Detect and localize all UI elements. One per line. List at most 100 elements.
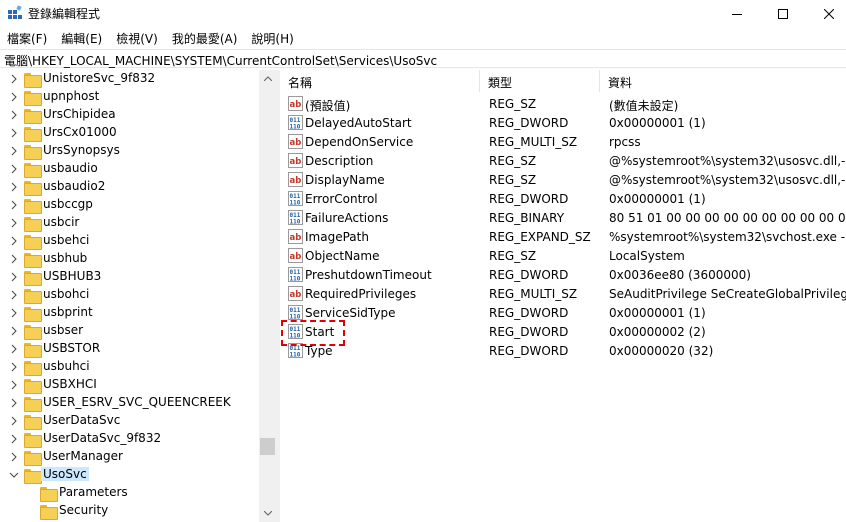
address-bar[interactable]: 電腦\HKEY_LOCAL_MACHINE\SYSTEM\CurrentCont…: [0, 49, 846, 68]
close-button[interactable]: [806, 0, 846, 27]
tree-item[interactable]: usbser: [0, 322, 259, 340]
value-data: @%systemroot%\system32\usosvc.dll,-101: [609, 173, 846, 187]
value-row[interactable]: 011 110 Start REG_DWORD 0x00000002 (2): [280, 322, 846, 341]
value-row[interactable]: ab RequiredPrivileges REG_MULTI_SZ SeAuditP…: [280, 284, 846, 303]
tree-item[interactable]: USBXHCI: [0, 376, 259, 394]
string-value-icon: ab: [288, 153, 303, 168]
column-header-data[interactable]: 資料: [600, 70, 846, 92]
chevron-right-icon[interactable]: [9, 416, 19, 426]
menu-favorites[interactable]: 我的最愛(A): [165, 27, 245, 48]
tree-item[interactable]: usbaudio: [0, 160, 259, 178]
tree-item[interactable]: usbprint: [0, 304, 259, 322]
tree-item-label: usbehci: [43, 233, 90, 247]
chevron-right-icon[interactable]: [9, 200, 19, 210]
chevron-right-icon[interactable]: [9, 326, 19, 336]
minimize-button[interactable]: [714, 0, 760, 27]
value-row[interactable]: 011 110 PreshutdownTimeout REG_DWORD 0x0036e…: [280, 265, 846, 284]
tree-item[interactable]: USER_ESRV_SVC_QUEENCREEK: [0, 394, 259, 412]
chevron-right-icon[interactable]: [9, 218, 19, 228]
tree-item[interactable]: UrsSynopsys: [0, 142, 259, 160]
tree-item[interactable]: Security: [0, 502, 259, 520]
chevron-right-icon[interactable]: [9, 398, 19, 408]
address-path[interactable]: 電腦\HKEY_LOCAL_MACHINE\SYSTEM\CurrentCont…: [4, 52, 437, 69]
tree-item-label: usbcir: [43, 215, 80, 229]
folder-icon: [24, 108, 42, 124]
value-row[interactable]: ab DisplayName REG_SZ @%systemroot%\system3…: [280, 170, 846, 189]
value-row[interactable]: ab ImagePath REG_EXPAND_SZ %systemroot%\sys…: [280, 227, 846, 246]
tree-item[interactable]: usbcir: [0, 214, 259, 232]
folder-icon: [24, 396, 42, 412]
chevron-right-icon[interactable]: [9, 452, 19, 462]
value-row[interactable]: ab Description REG_SZ @%systemroot%\system3…: [280, 151, 846, 170]
value-row[interactable]: 011 110 DelayedAutoStart REG_DWORD 0x0000000…: [280, 113, 846, 132]
tree-item-label: usbaudio2: [43, 179, 106, 193]
value-data: (數值未設定): [609, 99, 679, 113]
value-name: (預設值): [305, 99, 351, 113]
value-name: Description: [305, 154, 374, 168]
value-data: 0x0036ee80 (3600000): [609, 268, 751, 282]
tree-item[interactable]: UserManager: [0, 448, 259, 466]
chevron-right-icon[interactable]: [9, 146, 19, 156]
value-row[interactable]: 011 110 Type REG_DWORD 0x00000020 (32): [280, 341, 846, 360]
folder-icon: [24, 234, 42, 250]
scroll-down-button[interactable]: [259, 505, 276, 522]
column-header-type[interactable]: 類型: [480, 70, 600, 92]
chevron-right-icon[interactable]: [9, 254, 19, 264]
tree-item[interactable]: USBSTOR: [0, 340, 259, 358]
tree-item[interactable]: USBHUB3: [0, 268, 259, 286]
chevron-right-icon[interactable]: [9, 308, 19, 318]
value-data: @%systemroot%\system32\usosvc.dll,-102: [609, 154, 846, 168]
value-row[interactable]: ab ObjectName REG_SZ LocalSystem: [280, 246, 846, 265]
tree-item[interactable]: UrsCx01000: [0, 124, 259, 142]
value-row[interactable]: 011 110 ServiceSidType REG_DWORD 0x00000001 …: [280, 303, 846, 322]
value-name: ErrorControl: [305, 192, 378, 206]
chevron-down-icon[interactable]: [9, 470, 19, 480]
value-name: RequiredPrivileges: [305, 287, 417, 301]
tree-item[interactable]: usbuhci: [0, 358, 259, 376]
binary-value-icon: 011110: [288, 305, 303, 320]
chevron-right-icon[interactable]: [9, 362, 19, 372]
svg-text:ab: ab: [290, 252, 302, 262]
chevron-right-icon[interactable]: [9, 290, 19, 300]
chevron-right-icon[interactable]: [9, 110, 19, 120]
value-data: LocalSystem: [609, 249, 685, 263]
chevron-right-icon[interactable]: [9, 344, 19, 354]
tree-item[interactable]: UserDataSvc_9f832: [0, 430, 259, 448]
chevron-right-icon[interactable]: [9, 164, 19, 174]
menu-file[interactable]: 檔案(F): [0, 27, 54, 48]
chevron-right-icon[interactable]: [9, 74, 19, 84]
chevron-right-icon[interactable]: [9, 236, 19, 246]
tree-item[interactable]: usbccgp: [0, 196, 259, 214]
folder-icon: [24, 288, 42, 304]
column-header-name[interactable]: 名稱: [280, 70, 480, 92]
svg-text:110: 110: [290, 200, 301, 207]
value-row[interactable]: 011 110 ErrorControl REG_DWORD 0x00000001 (1…: [280, 189, 846, 208]
value-row[interactable]: ab DependOnService REG_MULTI_SZ rpcss: [280, 132, 846, 151]
tree-item[interactable]: usbaudio2: [0, 178, 259, 196]
menu-help[interactable]: 說明(H): [244, 27, 300, 48]
chevron-right-icon[interactable]: [9, 434, 19, 444]
folder-icon: [24, 180, 42, 196]
chevron-right-icon[interactable]: [9, 182, 19, 192]
scroll-thumb[interactable]: [260, 438, 275, 455]
chevron-right-icon[interactable]: [9, 128, 19, 138]
chevron-right-icon[interactable]: [9, 380, 19, 390]
tree-item[interactable]: UrsChipidea: [0, 106, 259, 124]
tree-item[interactable]: UserDataSvc: [0, 412, 259, 430]
tree-item[interactable]: usbhub: [0, 250, 259, 268]
maximize-button[interactable]: [760, 0, 806, 27]
tree-item[interactable]: usbohci: [0, 286, 259, 304]
tree-item[interactable]: usbehci: [0, 232, 259, 250]
menu-edit[interactable]: 編輯(E): [54, 27, 109, 48]
scroll-up-button[interactable]: [259, 70, 276, 87]
tree-item[interactable]: UsoSvc: [0, 466, 259, 484]
chevron-right-icon[interactable]: [9, 92, 19, 102]
tree-item[interactable]: UnistoreSvc_9f832: [0, 70, 259, 88]
menu-view[interactable]: 檢視(V): [109, 27, 165, 48]
tree-item[interactable]: upnphost: [0, 88, 259, 106]
tree-item[interactable]: Parameters: [0, 484, 259, 502]
chevron-right-icon[interactable]: [9, 272, 19, 282]
value-row[interactable]: ab (預設值) REG_SZ (數值未設定): [280, 94, 846, 113]
value-row[interactable]: 011 110 FailureActions REG_BINARY 80 51 01 0…: [280, 208, 846, 227]
tree-scrollbar[interactable]: [259, 70, 276, 522]
